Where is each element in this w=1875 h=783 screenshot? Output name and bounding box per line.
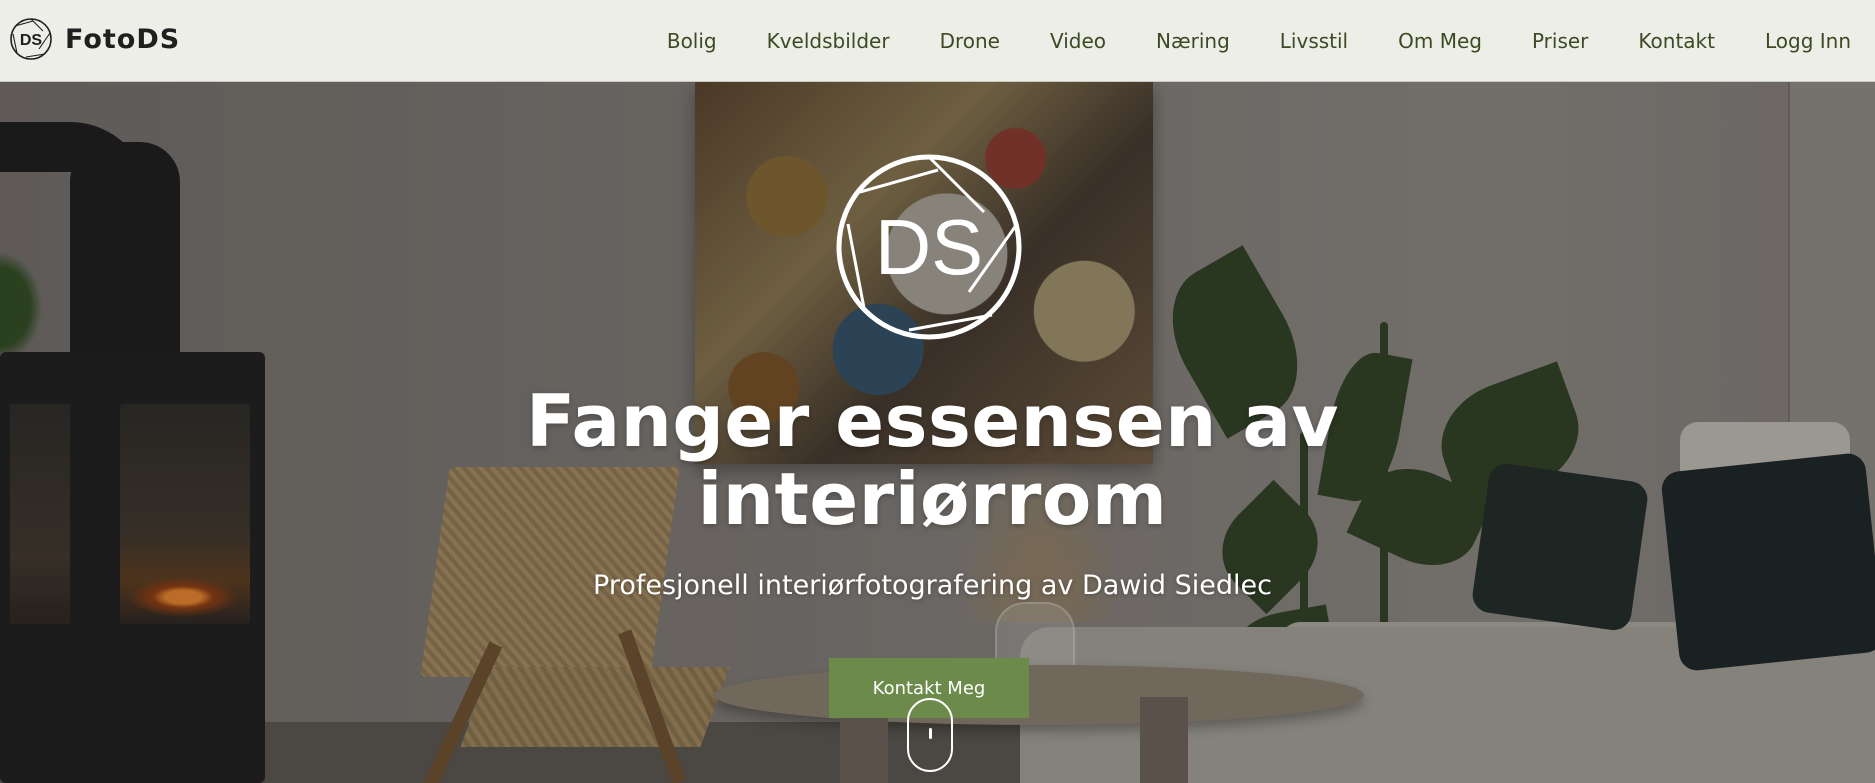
nav-item-bolig[interactable]: Bolig [667,29,717,53]
ds-aperture-logo-icon: DS [10,18,52,60]
site-header: DS FotoDS Bolig Kveldsbilder Drone Video… [0,0,1875,82]
nav-item-drone[interactable]: Drone [940,29,1000,53]
nav-item-om-meg[interactable]: Om Meg [1398,29,1482,53]
hero-section: DS Fanger essensen av interiørrom Profes… [0,82,1875,783]
hero-subtitle: Profesjonell interiørfotografering av Da… [593,570,1272,601]
nav-item-kveldsbilder[interactable]: Kveldsbilder [767,29,890,53]
nav-item-naering[interactable]: Næring [1156,29,1230,53]
hero-title-line-2: interiørrom [697,457,1168,541]
nav-item-livsstil[interactable]: Livsstil [1280,29,1348,53]
nav-item-video[interactable]: Video [1050,29,1106,53]
hero-title-line-1: Fanger essensen av [526,379,1339,463]
nav-item-logg-inn[interactable]: Logg Inn [1765,29,1851,53]
scroll-wheel-dot [929,728,932,739]
hero-logo-text: DS [875,203,983,291]
nav-item-priser[interactable]: Priser [1532,29,1588,53]
nav-item-kontakt[interactable]: Kontakt [1638,29,1715,53]
brand-logo-text: DS [20,32,43,49]
brand-link[interactable]: DS FotoDS [9,17,180,61]
ds-aperture-logo-icon: DS [836,154,1022,340]
mouse-scroll-icon[interactable] [907,698,953,772]
main-nav: Bolig Kveldsbilder Drone Video Næring Li… [617,0,1851,82]
hero-title: Fanger essensen av interiørrom [0,382,1865,538]
brand-name: FotoDS [65,23,181,55]
